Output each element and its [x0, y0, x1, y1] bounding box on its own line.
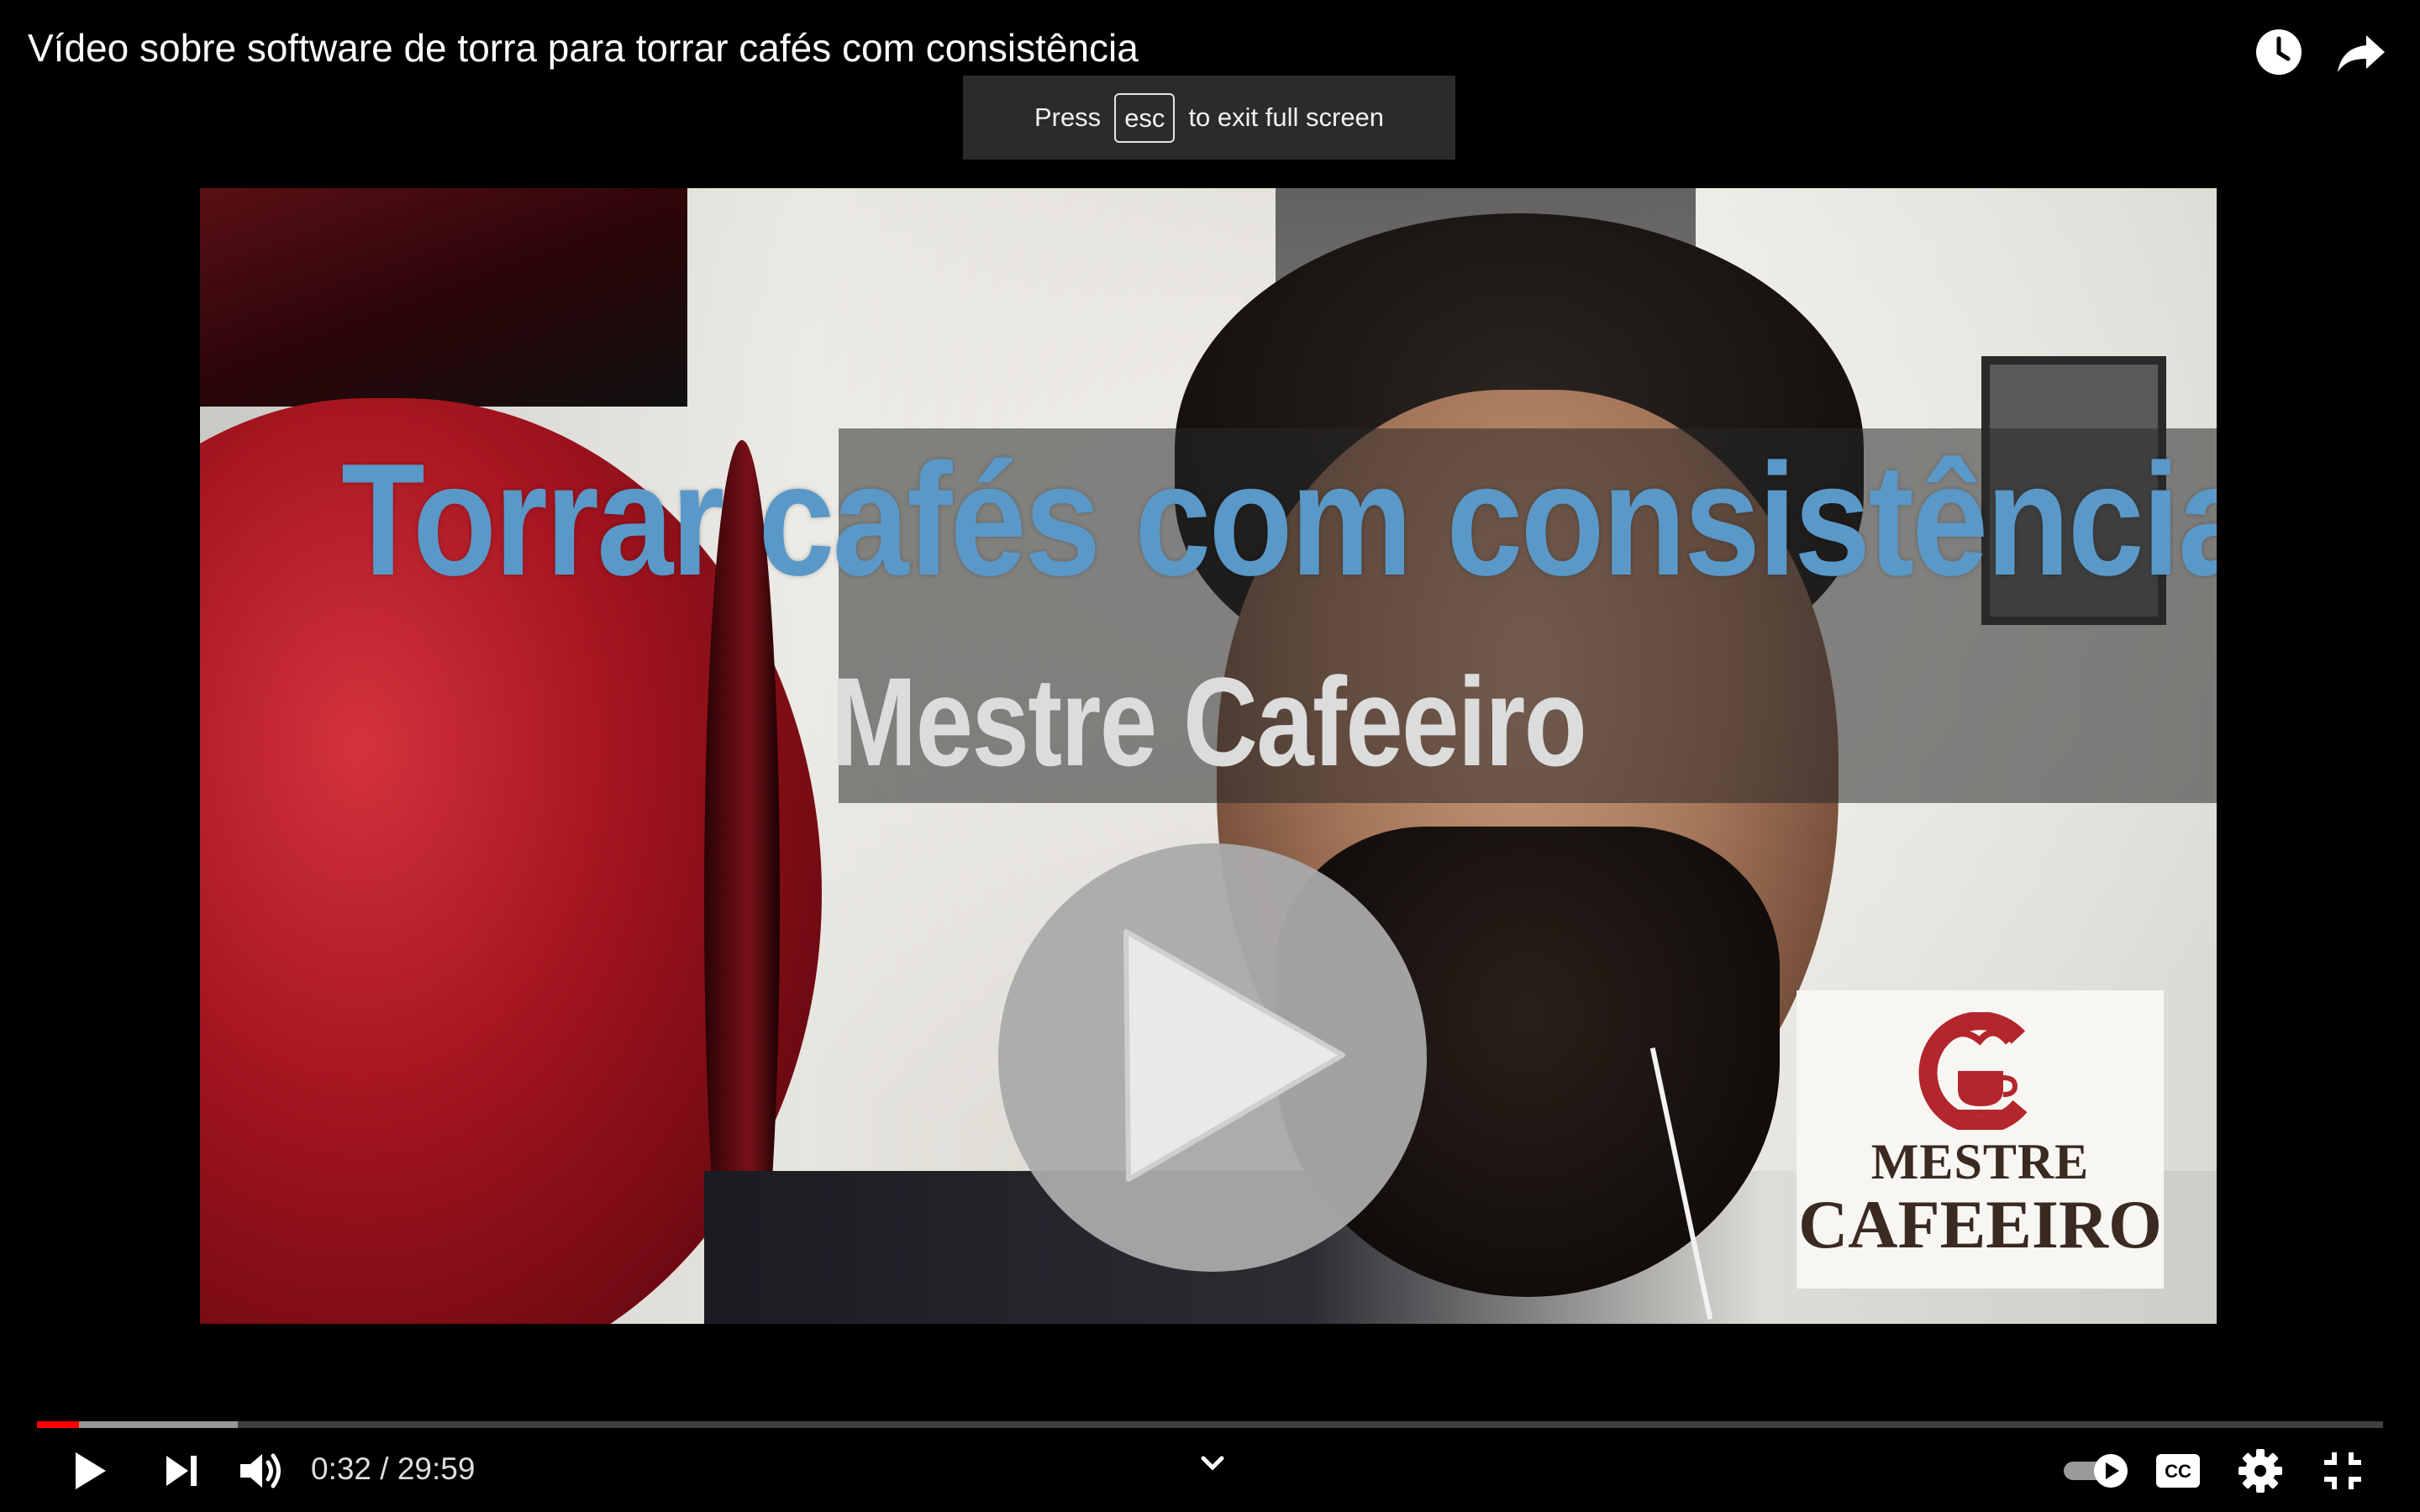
time-display: 0:32 / 29:59: [311, 1452, 476, 1486]
share-button[interactable]: [2334, 25, 2388, 79]
clock-icon: [2256, 29, 2302, 75]
esc-key-badge: esc: [1114, 92, 1176, 143]
channel-logo: MESTRE CAFEEIRO: [1797, 990, 2164, 1289]
notice-press-text: Press: [1034, 102, 1102, 132]
logo-line-1: MESTRE: [1870, 1134, 2090, 1189]
expand-chevron-button[interactable]: [1192, 1446, 1234, 1483]
volume-button[interactable]: [230, 1441, 291, 1501]
next-icon: [166, 1456, 197, 1486]
exit-fullscreen-notice: Press esc to exit full screen: [963, 76, 1455, 160]
coffee-cup-logo-icon: [1918, 1012, 2027, 1130]
progress-bar[interactable]: [37, 1421, 2383, 1428]
big-play-button[interactable]: [998, 843, 1427, 1272]
notice-rest-text: to exit full screen: [1188, 102, 1385, 132]
chevron-down-icon: [1201, 1456, 1224, 1471]
play-button[interactable]: [59, 1441, 119, 1501]
share-arrow-icon: [2338, 35, 2385, 72]
overlay-title: Torrar cafés com consistência: [341, 431, 2217, 609]
overlay-subtitle: Mestre Cafeeiro: [830, 651, 1587, 792]
cc-icon: CC: [2156, 1454, 2200, 1488]
play-icon: [1123, 929, 1345, 1182]
logo-line-2: CAFEEIRO: [1798, 1186, 2162, 1263]
exit-fullscreen-icon: [2324, 1452, 2361, 1489]
video-scene-roaster-arm: [200, 188, 687, 407]
autoplay-toggle-icon: [2064, 1454, 2128, 1488]
video-player[interactable]: Vídeo sobre software de torra para torra…: [0, 0, 2420, 1512]
captions-button[interactable]: CC: [2148, 1441, 2208, 1501]
volume-icon: [240, 1453, 281, 1488]
watch-later-button[interactable]: [2252, 25, 2306, 79]
gear-icon: [2238, 1449, 2282, 1493]
next-button[interactable]: [151, 1441, 212, 1501]
played-bar: [37, 1421, 79, 1428]
exit-fullscreen-button[interactable]: [2312, 1441, 2373, 1501]
video-frame[interactable]: Torrar cafés com consistência Mestre Caf…: [200, 188, 2217, 1324]
video-title[interactable]: Vídeo sobre software de torra para torra…: [28, 25, 1139, 71]
play-icon: [76, 1452, 106, 1489]
svg-text:CC: CC: [2165, 1461, 2191, 1482]
settings-button[interactable]: [2230, 1441, 2291, 1501]
autoplay-toggle[interactable]: [2062, 1452, 2131, 1490]
